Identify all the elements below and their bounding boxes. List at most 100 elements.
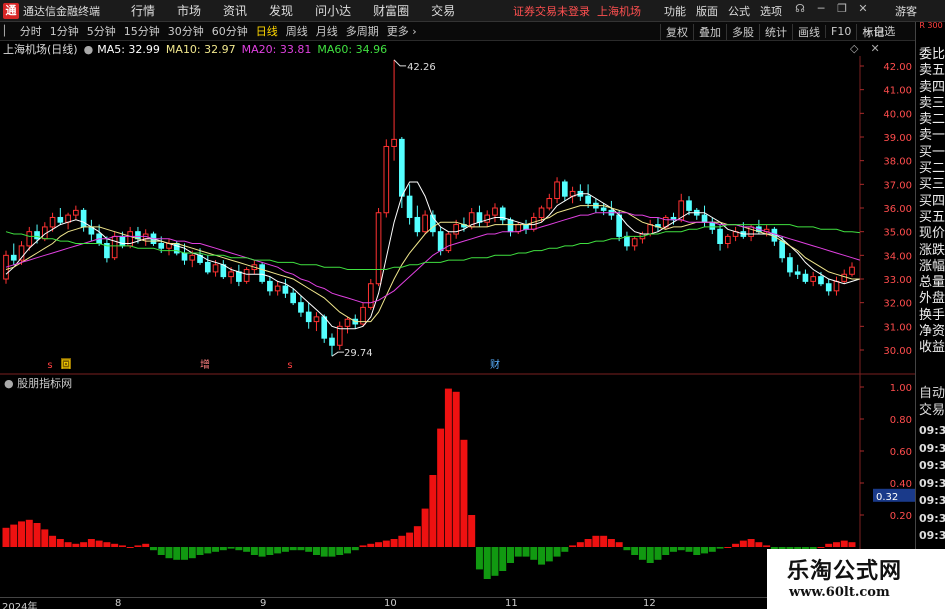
tick-time: 09:38	[919, 459, 945, 472]
tool-statistics[interactable]: 统计	[759, 23, 792, 40]
indicator-bar	[33, 523, 41, 547]
period-1min[interactable]: 1分钟	[46, 23, 83, 39]
quote-item: 买四	[919, 193, 945, 209]
period-multi[interactable]: 多周期	[342, 23, 383, 39]
indicator-bar	[219, 547, 227, 551]
indicator-bar	[569, 545, 577, 547]
menu-item-wealth[interactable]: 财富圈	[362, 2, 420, 19]
indicator-bar	[344, 547, 351, 554]
indicator-bar	[677, 547, 685, 551]
app-logo-icon: 通	[3, 2, 19, 19]
menu-function[interactable]: 功能	[664, 3, 686, 19]
candle-body	[119, 235, 126, 247]
login-notice[interactable]: 证券交易未登录 上海机场	[513, 3, 641, 19]
indicator-bar	[483, 547, 491, 579]
menu-item-ask[interactable]: 问小达	[304, 2, 362, 19]
indicator-bar	[258, 547, 266, 557]
indicator-bar	[72, 543, 80, 547]
period-weekly[interactable]: 周线	[282, 23, 312, 39]
price-tick-label: 35.00	[883, 228, 912, 239]
menu-item-news[interactable]: 资讯	[212, 2, 258, 19]
tool-overlay[interactable]: 叠加	[693, 23, 726, 40]
tool-multi-stock[interactable]: 多股	[726, 23, 759, 40]
restore-icon[interactable]: ❐	[835, 2, 849, 15]
candle-body	[476, 212, 483, 223]
auto-trade[interactable]: 自动 交易	[919, 385, 945, 419]
price-tick-label: 32.00	[883, 299, 912, 310]
indicator-name: 股朋指标网	[17, 377, 73, 390]
tool-restore-right[interactable]: 复权	[660, 23, 693, 40]
period-60min[interactable]: 60分钟	[208, 23, 252, 39]
period-monthly[interactable]: 月线	[312, 23, 342, 39]
price-tick-label: 34.00	[883, 251, 912, 262]
period-30min[interactable]: 30分钟	[164, 23, 208, 39]
menu-options[interactable]: 选项	[760, 3, 782, 19]
headset-icon[interactable]: ☊	[793, 2, 807, 15]
main-menu: 行情 市场 资讯 发现 问小达 财富圈 交易	[120, 2, 466, 19]
kline-chart[interactable]: 42.00 41.00 40.00 39.00 38.00 37.00 36.00 35.00…	[0, 56, 915, 597]
low-marker-line	[331, 351, 344, 357]
candle-body	[49, 216, 56, 228]
tool-draw-line[interactable]: 画线	[792, 23, 825, 40]
indicator-bar	[235, 547, 243, 551]
price-tick-label: 33.00	[883, 275, 912, 286]
indicator-tick-label: 1.00	[890, 383, 912, 394]
date-label-dec: 12	[643, 598, 656, 609]
indicator-bar	[375, 542, 383, 547]
indicator-bar	[80, 542, 88, 547]
add-self-select-button[interactable]: +自选	[862, 22, 915, 41]
ma5-value: MA5: 32.99	[97, 42, 160, 56]
indicator-bar	[266, 547, 274, 555]
quote-item: 买三	[919, 177, 945, 193]
candle-body	[313, 316, 320, 323]
toolbar-back-icon[interactable]: ▏	[0, 26, 16, 37]
period-intraday[interactable]: 分时	[16, 23, 46, 39]
indicator-label[interactable]: ● 股朋指标网	[4, 375, 72, 391]
period-15min[interactable]: 15分钟	[120, 23, 164, 39]
candle-body	[344, 318, 351, 327]
quote-item: 总量	[919, 275, 945, 291]
auto-trade-line1: 自动	[919, 386, 945, 401]
candle-body	[717, 228, 723, 245]
quote-item: 净资	[919, 324, 945, 340]
minimize-icon[interactable]: ─	[814, 2, 828, 15]
indicator-bar	[320, 547, 328, 557]
menu-item-exchange[interactable]: 市场	[166, 2, 212, 19]
guest-label[interactable]: 游客	[895, 3, 917, 19]
period-more[interactable]: 更多 ›	[383, 23, 421, 39]
menu-item-discover[interactable]: 发现	[258, 2, 304, 19]
close-icon[interactable]: ✕	[856, 2, 870, 15]
menu-item-trade[interactable]: 交易	[420, 2, 466, 19]
diamond-icon[interactable]: ◇	[850, 42, 858, 55]
candle-body	[305, 311, 312, 323]
candle-body	[810, 276, 817, 282]
candle-body	[849, 266, 855, 275]
ma20-value: MA20: 33.81	[241, 42, 312, 56]
indicator-bar	[607, 539, 615, 547]
menu-formula[interactable]: 公式	[728, 3, 750, 19]
candle-body	[329, 337, 335, 346]
indicator-bar	[755, 542, 763, 547]
ma10-value: MA10: 32.97	[165, 42, 236, 56]
event-marker: s	[287, 360, 292, 371]
candle-body	[647, 224, 654, 235]
ma-dropdown-icon[interactable]: ●	[84, 43, 94, 56]
period-daily[interactable]: 日线	[252, 23, 282, 39]
indicator-bar	[64, 542, 72, 547]
period-5min[interactable]: 5分钟	[83, 23, 120, 39]
tick-time: 09:38	[919, 476, 945, 490]
indicator-bar	[848, 542, 856, 547]
close-panel-icon[interactable]: ✕	[870, 42, 879, 55]
candle-body	[111, 235, 118, 259]
indicator-bar	[522, 547, 530, 557]
tick-times: 09:38 09:38 09:38 09:38 09:38 09:38 09:3…	[919, 422, 945, 562]
stock-title: 上海机场(日线)	[3, 43, 78, 56]
tool-f10[interactable]: F10	[825, 25, 856, 38]
indicator-bar	[724, 547, 732, 548]
quote-item: 买五	[919, 209, 945, 225]
indicator-bar	[312, 547, 320, 555]
indicator-bar	[188, 547, 196, 559]
menu-item-market[interactable]: 行情	[120, 2, 166, 19]
menu-layout[interactable]: 版面	[696, 3, 718, 19]
indicator-bar	[305, 547, 313, 552]
